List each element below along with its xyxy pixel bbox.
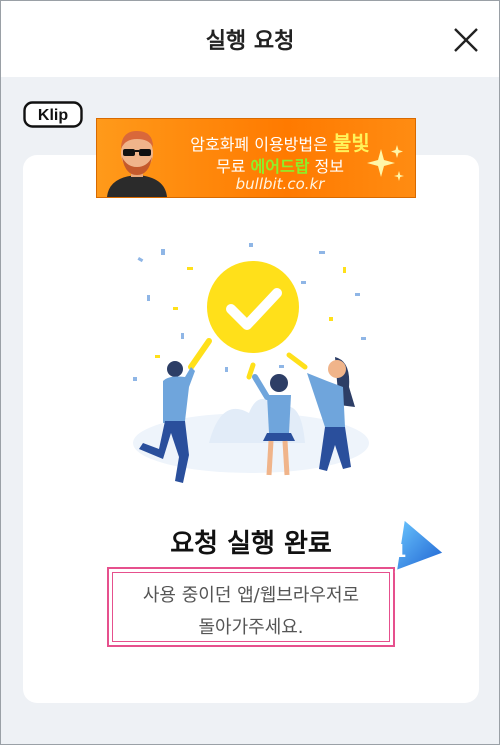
celebration-illustration <box>133 243 369 483</box>
ad-banner[interactable]: 암호화폐 이용방법은 불빛 무료 에어드랍 정보 bullbit.co.kr <box>96 118 416 198</box>
return-message-box: 사용 중이던 앱/웹브라우저로 돌아가주세요. <box>107 567 395 647</box>
ad-line2: 무료 에어드랍 정보 <box>175 153 385 177</box>
return-message-line2: 돌아가주세요. <box>198 617 304 638</box>
klip-logo: Klip <box>23 101 83 128</box>
ad-line2-suffix: 정보 <box>309 157 344 176</box>
ad-url: bullbit.co.kr <box>235 175 325 193</box>
page-title: 실행 요청 <box>205 29 295 54</box>
close-icon[interactable] <box>451 25 481 55</box>
ad-line1: 암호화폐 이용방법은 불빛 <box>175 127 385 156</box>
return-message-line1: 사용 중이던 앱/웹브라우저로 <box>142 585 360 606</box>
ad-airdrop: 에어드랍 <box>250 157 310 176</box>
ad-line2-prefix: 무료 <box>216 157 251 176</box>
annotation-badge-number: 1 <box>394 541 407 562</box>
check-circle <box>207 261 299 353</box>
sparkle-icon <box>367 145 404 181</box>
header-bar: 실행 요청 <box>1 1 499 77</box>
ad-line1-text: 암호화폐 이용방법은 <box>190 135 333 154</box>
annotation-badge-arrow <box>394 517 446 573</box>
klip-logo-text: Klip <box>38 107 68 124</box>
ad-person-icon <box>107 131 167 197</box>
